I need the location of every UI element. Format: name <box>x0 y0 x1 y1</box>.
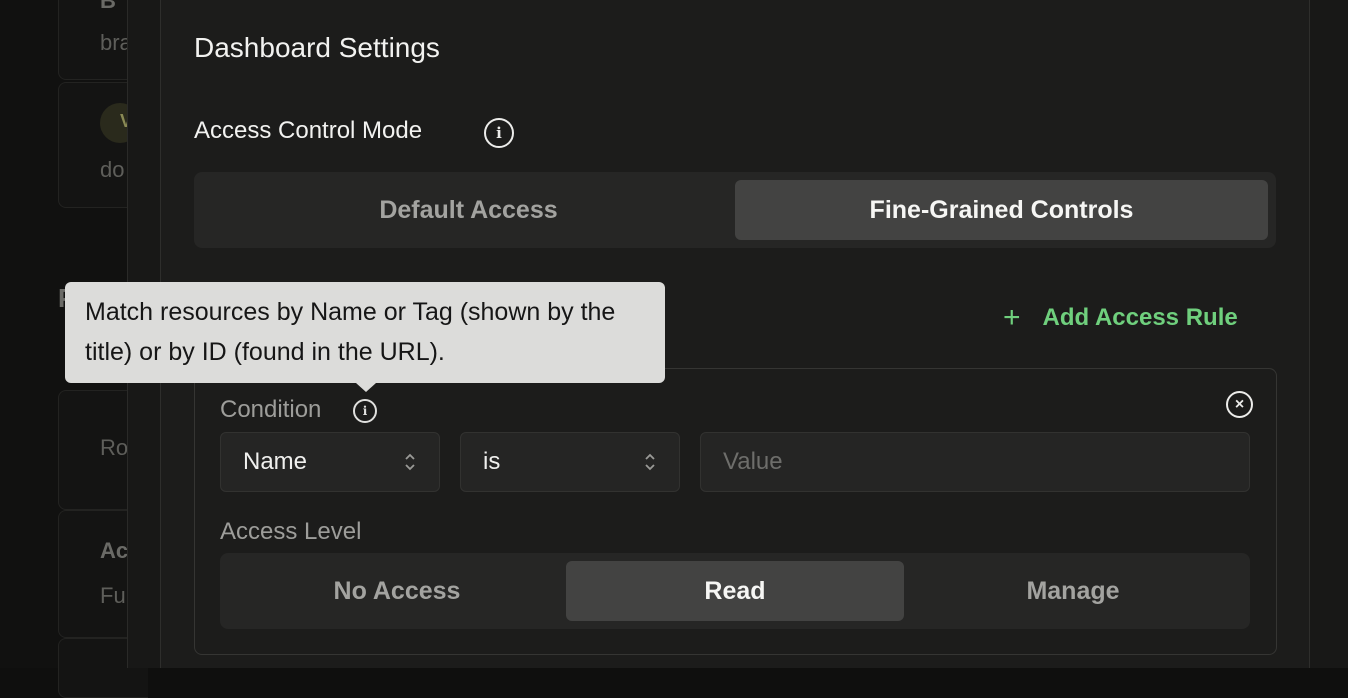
access-control-mode-label: Access Control Mode <box>194 117 423 144</box>
close-circle-icon[interactable]: × <box>1226 391 1253 418</box>
info-icon[interactable]: i <box>353 399 377 423</box>
background-card-text: do <box>100 157 125 182</box>
tooltip-arrow <box>356 383 376 392</box>
condition-tooltip: Match resources by Name or Tag (shown by… <box>65 282 665 383</box>
access-level-label: Access Level <box>220 518 362 545</box>
default-access-option[interactable]: Default Access <box>202 180 735 240</box>
add-access-rule-label: Add Access Rule <box>1042 304 1238 331</box>
background-card-text: Ro <box>100 435 129 460</box>
info-icon[interactable]: i <box>484 118 514 148</box>
condition-operator-value: is <box>483 448 501 475</box>
background-card-subtitle: Fu <box>100 583 126 608</box>
chevron-updown-icon <box>643 451 657 473</box>
chevron-updown-icon <box>403 451 417 473</box>
condition-value-input[interactable] <box>700 432 1250 492</box>
fine-grained-controls-option[interactable]: Fine-Grained Controls <box>735 180 1268 240</box>
condition-field-value: Name <box>243 448 308 475</box>
access-level-no-access[interactable]: No Access <box>228 561 566 621</box>
add-access-rule-button[interactable]: + Add Access Rule <box>1003 300 1238 336</box>
plus-icon: + <box>1003 301 1021 334</box>
access-level-manage[interactable]: Manage <box>904 561 1242 621</box>
page-title: Dashboard Settings <box>194 32 440 63</box>
condition-field-select[interactable]: Name <box>220 432 440 492</box>
background-card-title: B <box>100 0 116 13</box>
condition-operator-select[interactable]: is <box>460 432 680 492</box>
background-card-title: Ac <box>100 538 129 563</box>
access-level-read[interactable]: Read <box>566 561 904 621</box>
condition-label: Condition <box>220 396 322 423</box>
access-level-toggle: No Access Read Manage <box>220 553 1250 629</box>
access-control-mode-toggle: Default Access Fine-Grained Controls <box>194 172 1276 248</box>
